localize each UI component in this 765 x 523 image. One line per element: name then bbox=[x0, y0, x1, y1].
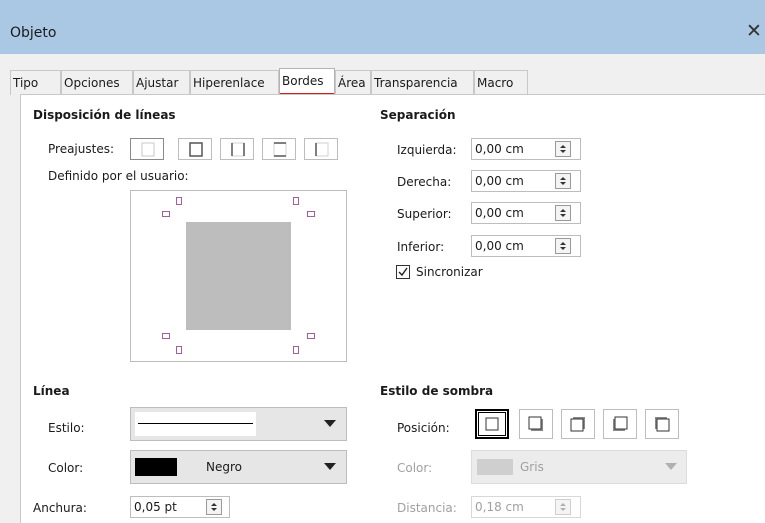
bottom-spacing-stepper[interactable] bbox=[471, 235, 581, 257]
shadow-color-value: Gris bbox=[520, 460, 544, 474]
shadow-distance-label: Distancia: bbox=[397, 501, 457, 515]
user-defined-label: Definido por el usuario: bbox=[48, 169, 189, 183]
top-spacing-label: Superior: bbox=[397, 207, 452, 221]
spin-buttons-icon[interactable] bbox=[555, 238, 571, 254]
shadow-top-right-icon bbox=[570, 417, 585, 432]
corner-marker-icon bbox=[293, 197, 299, 205]
corner-marker-icon bbox=[176, 346, 182, 354]
tab-label: Área bbox=[338, 76, 366, 90]
shadow-color-dropdown[interactable]: Gris bbox=[471, 450, 687, 484]
spin-buttons-icon[interactable] bbox=[555, 499, 571, 515]
spin-buttons-icon[interactable] bbox=[555, 205, 571, 221]
shadow-top-right-button[interactable] bbox=[561, 409, 595, 439]
preset-box-button[interactable] bbox=[178, 138, 212, 160]
shadow-top-left-button[interactable] bbox=[645, 409, 679, 439]
synchronize-label: Sincronizar bbox=[416, 265, 483, 279]
spin-buttons-icon[interactable] bbox=[206, 499, 222, 515]
spacing-heading: Separación bbox=[380, 108, 456, 122]
top-spacing-input[interactable] bbox=[475, 205, 545, 221]
line-width-input[interactable] bbox=[134, 499, 194, 515]
shadow-heading: Estilo de sombra bbox=[380, 384, 494, 398]
line-style-label: Estilo: bbox=[48, 421, 85, 435]
chevron-down-icon bbox=[324, 463, 336, 470]
tab-bordes[interactable]: Bordes bbox=[279, 68, 335, 95]
tab-label: Tipo bbox=[13, 76, 39, 90]
checkmark-icon bbox=[398, 267, 408, 277]
shadow-bottom-right-icon bbox=[528, 416, 543, 431]
left-spacing-input[interactable] bbox=[475, 141, 545, 157]
title-bar: Objeto ✕ bbox=[0, 0, 765, 54]
left-spacing-label: Izquierda: bbox=[397, 143, 457, 157]
line-width-label: Anchura: bbox=[33, 501, 87, 515]
preset-none-icon bbox=[141, 142, 155, 157]
spin-buttons-icon[interactable] bbox=[555, 141, 571, 157]
tab-label: Opciones bbox=[64, 76, 120, 90]
tab-area[interactable]: Área bbox=[335, 70, 371, 95]
synchronize-checkbox[interactable] bbox=[396, 265, 410, 279]
tab-ajustar[interactable]: Ajustar bbox=[133, 70, 190, 95]
preset-top-bottom-icon bbox=[273, 142, 287, 157]
spin-buttons-icon[interactable] bbox=[555, 173, 571, 189]
shadow-bottom-left-icon bbox=[613, 416, 628, 431]
preset-none-button[interactable] bbox=[130, 138, 164, 160]
chevron-down-icon bbox=[324, 420, 336, 427]
line-color-dropdown[interactable]: Negro bbox=[130, 450, 347, 484]
shadow-distance-stepper[interactable] bbox=[471, 496, 581, 518]
top-spacing-stepper[interactable] bbox=[471, 202, 581, 224]
line-color-swatch bbox=[135, 458, 177, 476]
tab-label: Transparencia bbox=[374, 76, 458, 90]
chevron-down-icon bbox=[665, 463, 677, 470]
shadow-bottom-left-button[interactable] bbox=[603, 409, 637, 439]
tab-label: Ajustar bbox=[136, 76, 179, 90]
line-color-value: Negro bbox=[206, 460, 242, 474]
shadow-none-icon bbox=[485, 417, 499, 431]
corner-marker-icon bbox=[162, 333, 170, 339]
preset-left-right-icon bbox=[231, 142, 245, 157]
border-preview-area bbox=[186, 222, 291, 330]
tab-label: Hiperenlace bbox=[193, 76, 265, 90]
shadow-color-label: Color: bbox=[397, 461, 433, 475]
preset-top-bottom-button[interactable] bbox=[262, 138, 296, 160]
line-style-preview bbox=[138, 423, 253, 424]
right-spacing-stepper[interactable] bbox=[471, 170, 581, 192]
shadow-top-left-icon bbox=[655, 417, 670, 432]
preset-left-button[interactable] bbox=[304, 138, 338, 160]
line-heading: Línea bbox=[33, 384, 70, 398]
line-style-dropdown[interactable] bbox=[130, 407, 347, 441]
close-icon[interactable]: ✕ bbox=[746, 20, 762, 42]
corner-marker-icon bbox=[293, 346, 299, 354]
right-spacing-input[interactable] bbox=[475, 173, 545, 189]
tab-hiperenlace[interactable]: Hiperenlace bbox=[190, 70, 279, 95]
preset-box-icon bbox=[189, 142, 203, 157]
right-spacing-label: Derecha: bbox=[397, 175, 452, 189]
bottom-spacing-input[interactable] bbox=[475, 238, 545, 254]
shadow-color-swatch bbox=[477, 459, 513, 475]
corner-marker-icon bbox=[162, 211, 170, 217]
tab-transparencia[interactable]: Transparencia bbox=[371, 70, 474, 95]
line-arrangement-heading: Disposición de líneas bbox=[33, 108, 176, 122]
corner-marker-icon bbox=[307, 211, 315, 217]
tab-label: Macro bbox=[477, 76, 514, 90]
shadow-position-label: Posición: bbox=[397, 421, 450, 435]
shadow-distance-input[interactable] bbox=[475, 499, 545, 515]
preset-left-icon bbox=[315, 142, 329, 157]
tab-macro[interactable]: Macro bbox=[474, 70, 528, 95]
window-title: Objeto bbox=[10, 25, 57, 41]
shadow-bottom-right-button[interactable] bbox=[519, 409, 553, 439]
tab-label: Bordes bbox=[282, 74, 324, 88]
corner-marker-icon bbox=[307, 333, 315, 339]
preset-left-right-button[interactable] bbox=[220, 138, 254, 160]
line-color-label: Color: bbox=[48, 461, 84, 475]
line-style-preview-box bbox=[135, 412, 256, 436]
corner-marker-icon bbox=[176, 197, 182, 205]
line-width-stepper[interactable] bbox=[130, 496, 230, 518]
left-spacing-stepper[interactable] bbox=[471, 138, 581, 160]
shadow-none-button[interactable] bbox=[475, 409, 509, 439]
tab-opciones[interactable]: Opciones bbox=[61, 70, 133, 95]
bottom-spacing-label: Inferior: bbox=[397, 240, 445, 254]
presets-label: Preajustes: bbox=[48, 142, 115, 156]
tab-tipo[interactable]: Tipo bbox=[10, 70, 61, 95]
